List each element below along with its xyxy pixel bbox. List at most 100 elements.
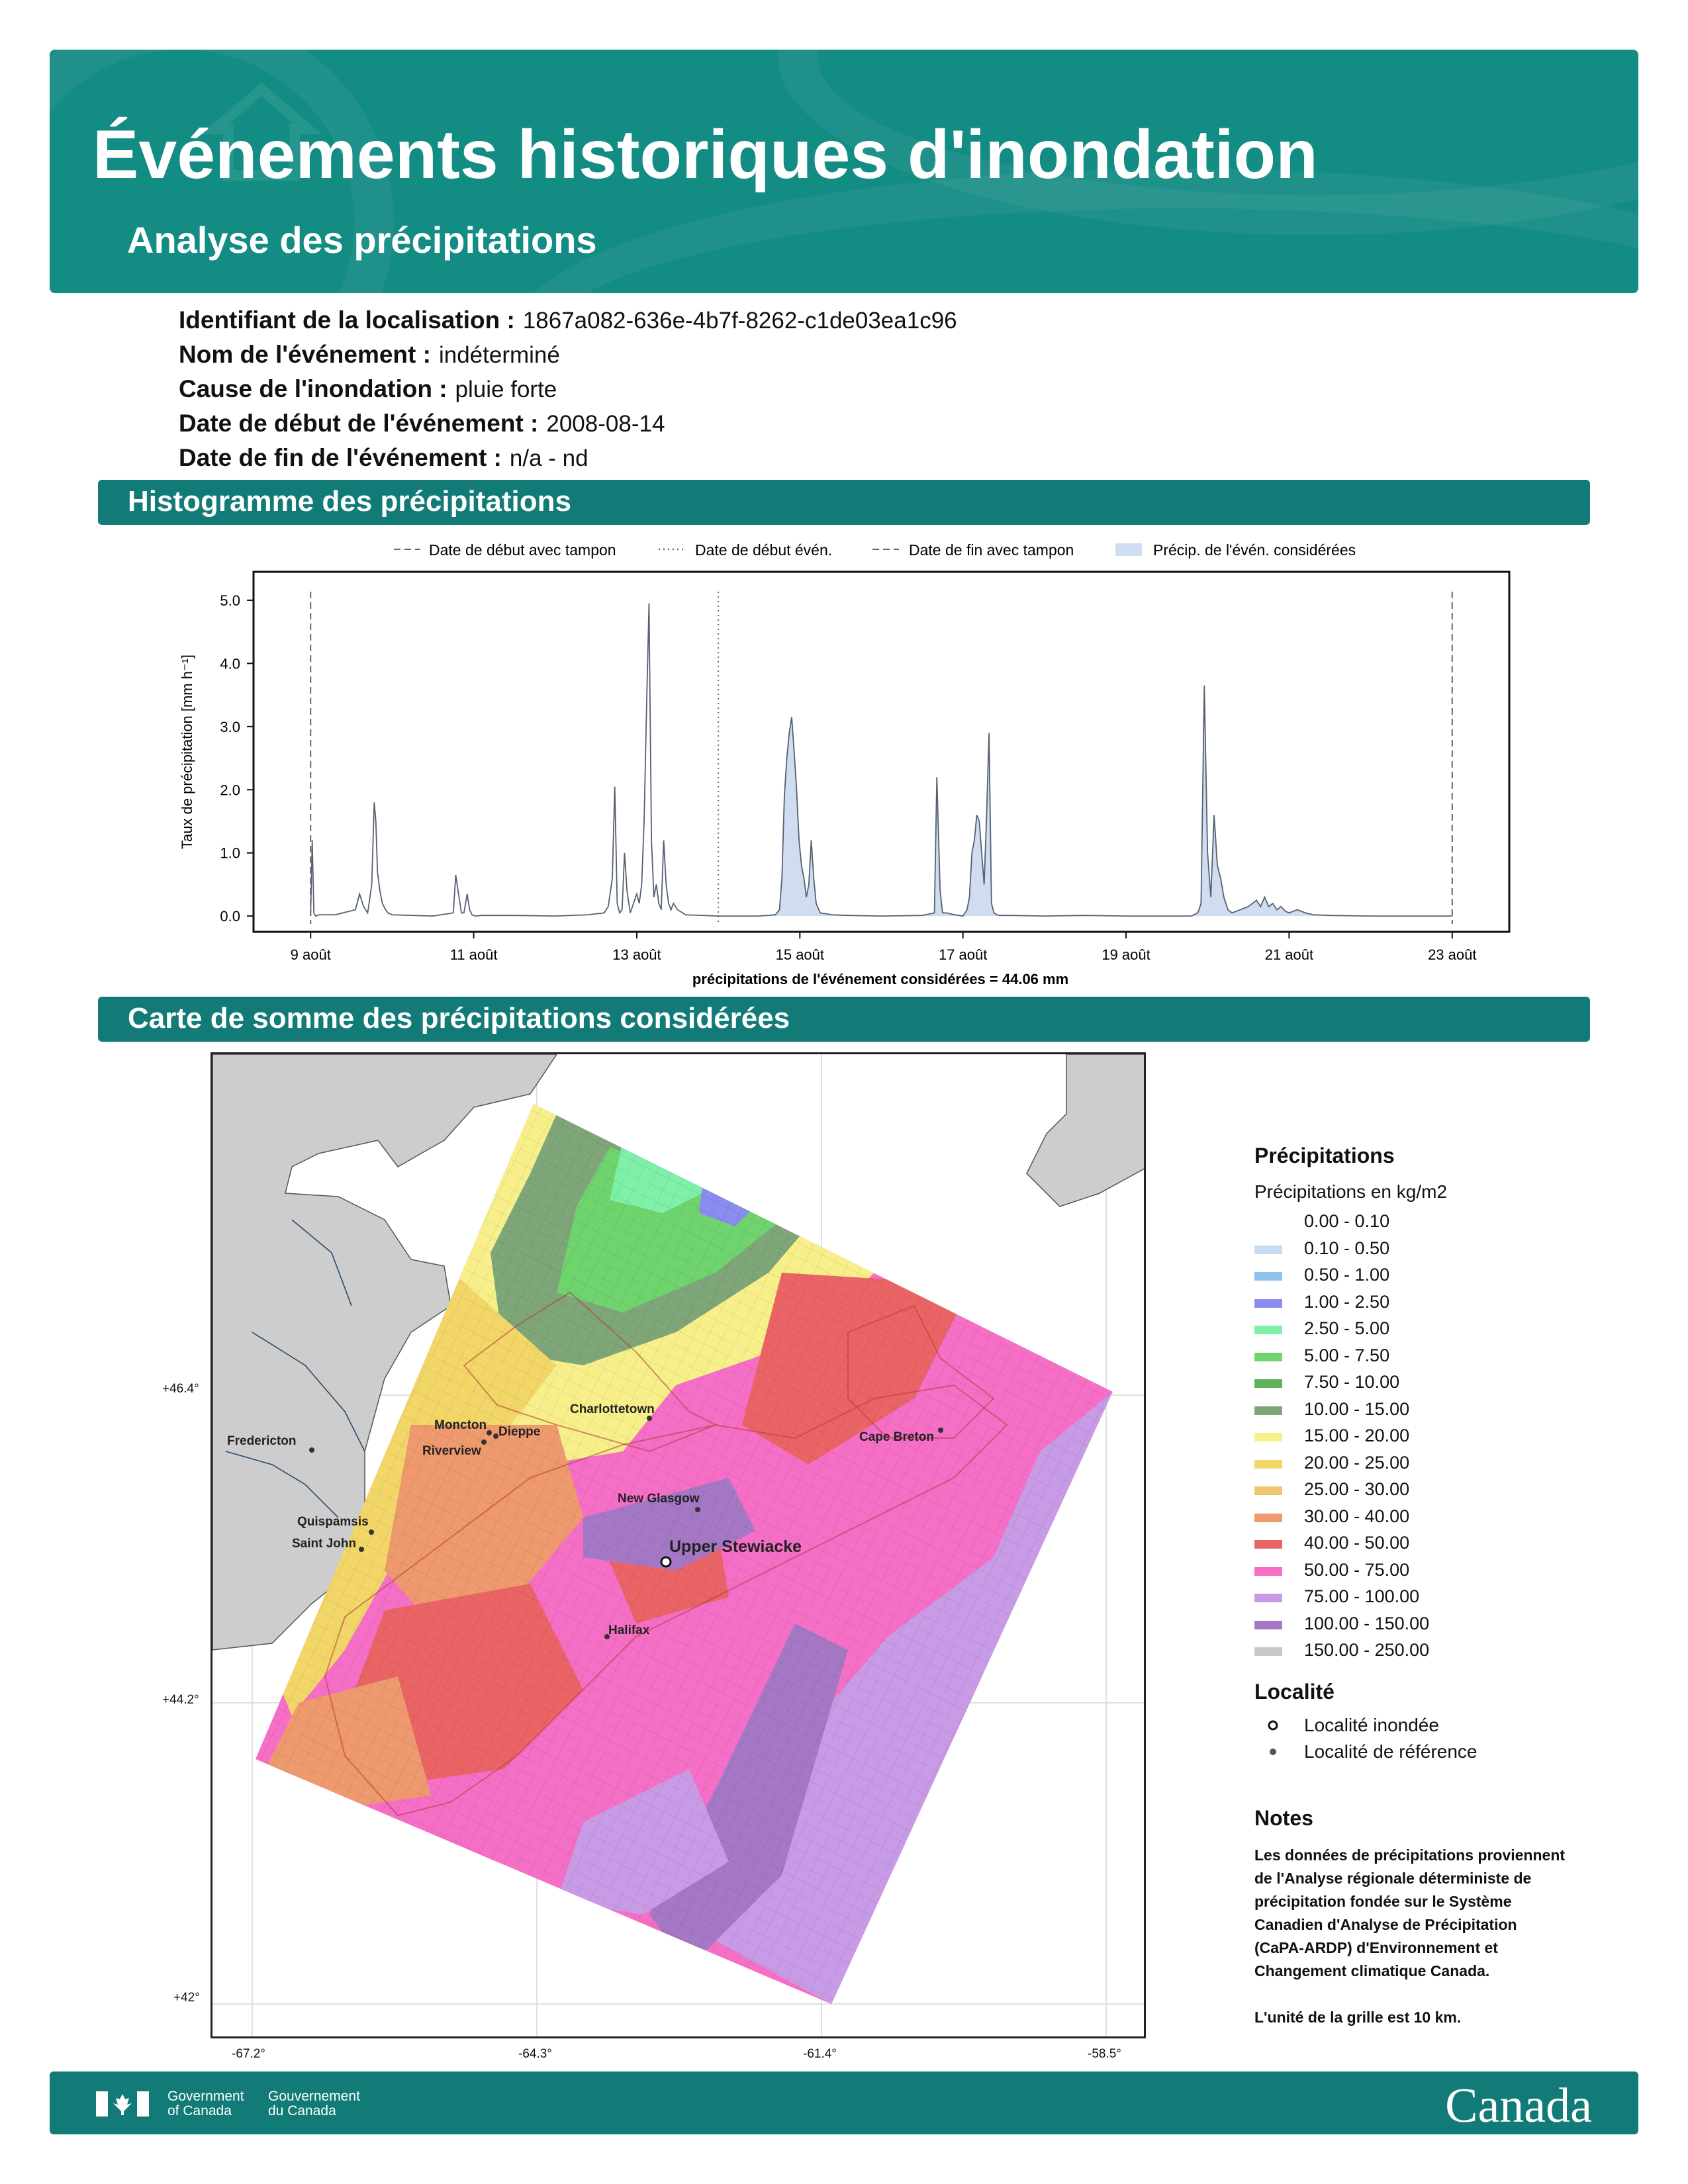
legend-bin-label: 0.10 - 0.50: [1304, 1238, 1390, 1258]
legend-bin-label: 7.50 - 10.00: [1304, 1372, 1400, 1392]
legend-bin: 0.00 - 0.10: [1254, 1209, 1625, 1236]
lat-tick: +46.4°: [162, 1382, 199, 1396]
city-dot: [309, 1447, 314, 1453]
legend-bin-swatch: [1254, 1433, 1282, 1441]
legend-bin: 100.00 - 150.00: [1254, 1612, 1625, 1639]
gov-name-en: Government of Canada: [167, 2089, 244, 2118]
canada-flag-icon: [96, 2091, 149, 2116]
info-label: Date de fin de l'événement :: [179, 444, 502, 471]
city-label[interactable]: Fredericton: [227, 1434, 297, 1448]
page-title: Événements historiques d'inondation: [93, 116, 1318, 193]
city-label-flooded[interactable]: Upper Stewiacke: [669, 1537, 802, 1556]
x-axis: 9 août 11 août 13 août 15 août 17 août 19 aoû…: [291, 932, 1476, 963]
flooded-locality-marker[interactable]: [660, 1556, 672, 1568]
info-row-location-id: Identifiant de la localisation : 1867a082…: [179, 306, 957, 334]
legend-bin: 50.00 - 75.00: [1254, 1558, 1625, 1585]
y-tick-label: 1.0: [220, 845, 240, 862]
legend-bin-label: 75.00 - 100.00: [1304, 1586, 1420, 1606]
map-canvas: Fredericton Moncton Dieppe Riverview Cha…: [212, 1054, 1144, 2036]
legend-flooded: Localité inondée: [1254, 1713, 1625, 1740]
y-tick-label: 2.0: [220, 782, 240, 798]
legend-bin-swatch: [1254, 1298, 1282, 1308]
precipitation-histogram: Date de début avec tampon Date de début …: [179, 541, 1511, 987]
legend-bin-label: 100.00 - 150.00: [1304, 1613, 1430, 1633]
info-value: indéterminé: [438, 342, 560, 368]
legend-bin-swatch: [1254, 1379, 1282, 1388]
info-value: 1867a082-636e-4b7f-8262-c1de03ea1c96: [522, 308, 957, 334]
legend-bins: 0.00 - 0.10 0.10 - 0.50 0.50 - 1.00 1.00 - …: [1254, 1209, 1625, 1665]
legend-bin: 0.10 - 0.50: [1254, 1236, 1625, 1263]
lon-tick: -61.4°: [803, 2047, 837, 2061]
legend-bin: 25.00 - 30.00: [1254, 1477, 1625, 1504]
newfoundland-land: [1026, 1054, 1144, 1207]
page-subtitle: Analyse des précipitations: [127, 219, 597, 261]
city-label[interactable]: New Glasgow: [618, 1492, 700, 1506]
lat-tick: +44.2°: [162, 1693, 199, 1707]
legend-bin: 7.50 - 10.00: [1254, 1370, 1625, 1397]
city-dot: [647, 1416, 652, 1421]
legend-bin: 10.00 - 15.00: [1254, 1397, 1625, 1424]
section-title: Histogramme des précipitations: [128, 485, 571, 518]
lat-tick: +42°: [173, 1991, 200, 2005]
x-tick-label: 23 août: [1428, 946, 1476, 963]
legend-subtitle: Précipitations en kg/m2: [1254, 1181, 1448, 1202]
legend-bin-swatch: [1254, 1272, 1282, 1281]
legend-bin: 40.00 - 50.00: [1254, 1531, 1625, 1558]
map-legend: Précipitations Précipitations en kg/m2 0…: [1254, 1144, 1625, 2029]
info-value: 2008-08-14: [546, 411, 665, 437]
city-label[interactable]: Saint John: [292, 1537, 356, 1551]
legend-bin-label: 15.00 - 20.00: [1304, 1426, 1410, 1445]
section-header-map: Carte de somme des précipitations consid…: [98, 997, 1590, 1042]
legend-bin-label: 1.00 - 2.50: [1304, 1291, 1390, 1312]
legend-bin-label: 25.00 - 30.00: [1304, 1479, 1410, 1499]
legend-bin: 2.50 - 5.00: [1254, 1316, 1625, 1343]
city-label[interactable]: Halifax: [608, 1623, 650, 1637]
city-label[interactable]: Quispamsis: [297, 1515, 369, 1529]
legend-bin-swatch: [1254, 1218, 1282, 1227]
city-dot: [487, 1430, 492, 1435]
reference-dot-icon: [1270, 1748, 1276, 1755]
info-row-start-date: Date de début de l'événement : 2008-08-14: [179, 410, 665, 437]
legend-bin-label: 50.00 - 75.00: [1304, 1559, 1410, 1580]
legend-item: Date de fin avec tampon: [909, 541, 1074, 559]
legend-bin-label: 10.00 - 15.00: [1304, 1398, 1410, 1419]
info-value: n/a - nd: [509, 445, 588, 471]
info-label: Cause de l'inondation :: [179, 375, 447, 402]
footer-bar: Government of Canada Gouvernement du Canad…: [50, 2071, 1638, 2134]
info-value: pluie forte: [455, 377, 557, 402]
legend-bin: 5.00 - 7.50: [1254, 1343, 1625, 1371]
city-label[interactable]: Cape Breton: [859, 1430, 934, 1444]
city-label[interactable]: Riverview: [422, 1444, 481, 1458]
legend-bin-label: 2.50 - 5.00: [1304, 1318, 1390, 1338]
lon-tick: -64.3°: [518, 2047, 552, 2061]
lon-tick: -58.5°: [1088, 2047, 1121, 2061]
city-dot: [493, 1433, 498, 1439]
legend-bin-swatch: [1254, 1459, 1282, 1469]
x-tick-label: 21 août: [1265, 946, 1313, 963]
section-title: Carte de somme des précipitations consid…: [128, 1002, 790, 1034]
city-label[interactable]: Moncton: [434, 1418, 487, 1432]
legend-bin-swatch: [1254, 1567, 1282, 1576]
legend-bin-label: 40.00 - 50.00: [1304, 1533, 1410, 1553]
legend-bin-label: 0.50 - 1.00: [1304, 1265, 1390, 1285]
x-axis-label: précipitations de l'événement considérée…: [692, 971, 1068, 987]
chart-legend: Date de début avec tampon Date de début …: [394, 541, 1356, 559]
section-header-histogram: Histogramme des précipitations: [98, 480, 1590, 525]
legend-reference: Localité de référence: [1254, 1740, 1625, 1766]
legend-item: Date de début avec tampon: [429, 541, 616, 559]
notes-body: Les données de précipitations proviennen…: [1254, 1846, 1566, 2026]
flooded-circle-icon: [1268, 1720, 1278, 1730]
legend-bin: 0.50 - 1.00: [1254, 1263, 1625, 1290]
legend-swatch-fill: [1115, 543, 1142, 556]
legend-bin: 30.00 - 40.00: [1254, 1504, 1625, 1531]
city-label[interactable]: Dieppe: [498, 1425, 540, 1439]
city-label[interactable]: Charlottetown: [570, 1402, 655, 1416]
x-tick-label: 15 août: [776, 946, 824, 963]
y-axis-label: Taux de précipitation [mm h⁻¹]: [179, 655, 195, 849]
x-tick-label: 11 août: [450, 946, 498, 963]
precipitation-map[interactable]: Fredericton Moncton Dieppe Riverview Cha…: [211, 1052, 1146, 2038]
info-row-flood-cause: Cause de l'inondation : pluie forte: [179, 375, 557, 403]
legend-bin: 75.00 - 100.00: [1254, 1584, 1625, 1612]
legend-bin-swatch: [1254, 1540, 1282, 1549]
x-tick-label: 19 août: [1102, 946, 1150, 963]
